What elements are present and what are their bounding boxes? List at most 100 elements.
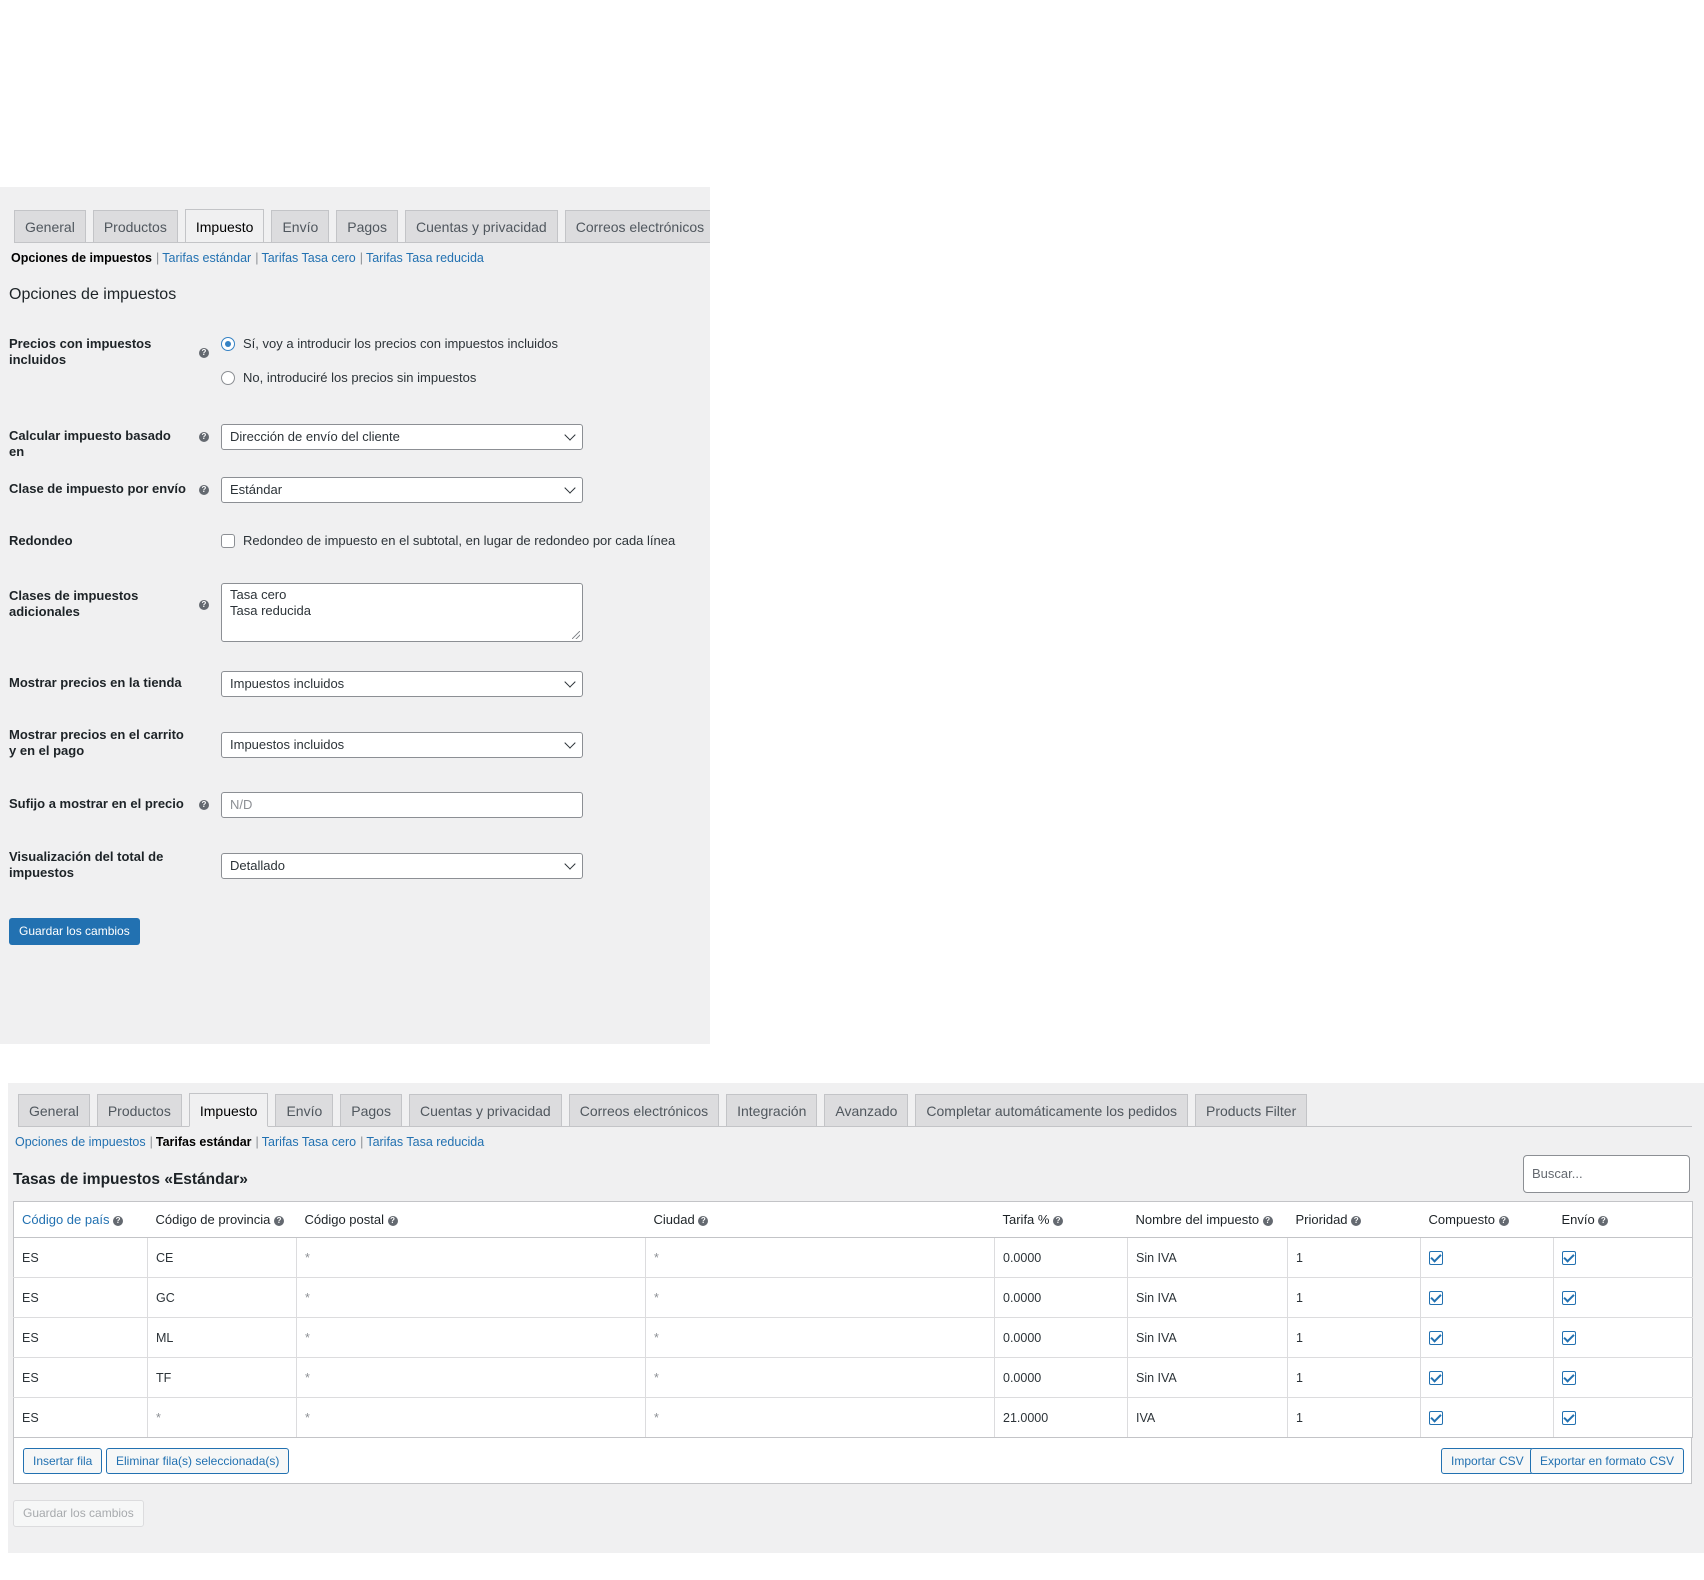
help-icon[interactable]: ?: [199, 800, 209, 810]
prices-incl-yes-radio[interactable]: [221, 337, 235, 351]
remove-rows-button[interactable]: Eliminar fila(s) seleccionada(s): [106, 1448, 290, 1474]
shipping-checkbox[interactable]: [1562, 1250, 1576, 1265]
cell-name[interactable]: Sin IVA: [1127, 1317, 1288, 1358]
compound-checkbox[interactable]: [1429, 1370, 1443, 1385]
compound-checkbox[interactable]: [1429, 1250, 1443, 1265]
tab-general[interactable]: General: [18, 1094, 90, 1126]
tab-pagos[interactable]: Pagos: [340, 1094, 402, 1126]
shipping-checkbox[interactable]: [1562, 1410, 1576, 1425]
rounding-option-label[interactable]: Redondeo de impuesto en el subtotal, en …: [243, 533, 675, 548]
cell-name[interactable]: Sin IVA: [1127, 1237, 1288, 1278]
subnav-link[interactable]: Tarifas estándar: [156, 1135, 252, 1149]
tab-envío[interactable]: Envío: [275, 1094, 334, 1126]
help-icon[interactable]: ?: [274, 1215, 285, 1226]
table-row[interactable]: ES * * * 21.0000 IVA 1: [13, 1397, 1693, 1438]
help-icon[interactable]: ?: [199, 432, 209, 442]
shipping-checkbox[interactable]: [1562, 1290, 1576, 1305]
column-header[interactable]: Tarifa % ?: [994, 1201, 1128, 1238]
prices-incl-no-label[interactable]: No, introduciré los precios sin impuesto…: [243, 370, 476, 385]
cell-country[interactable]: ES: [13, 1237, 148, 1278]
cell-postcode[interactable]: *: [296, 1357, 646, 1398]
tab-completar-automáticamente-los-pedidos[interactable]: Completar automáticamente los pedidos: [915, 1094, 1188, 1126]
cell-name[interactable]: IVA: [1127, 1397, 1288, 1438]
import-csv-button[interactable]: Importar CSV: [1441, 1448, 1534, 1474]
column-header[interactable]: Código de país ?: [13, 1201, 148, 1238]
help-icon[interactable]: ?: [1498, 1215, 1509, 1226]
help-icon[interactable]: ?: [698, 1215, 709, 1226]
cell-rate[interactable]: 0.0000: [994, 1317, 1128, 1358]
cell-postcode[interactable]: *: [296, 1237, 646, 1278]
column-header[interactable]: Código postal ?: [296, 1201, 646, 1238]
cell-state[interactable]: ML: [147, 1317, 297, 1358]
tab-envío[interactable]: Envío: [271, 210, 330, 242]
subnav-link[interactable]: Opciones de impuestos: [11, 251, 152, 265]
subnav-link[interactable]: Opciones de impuestos: [15, 1135, 146, 1149]
shipping-checkbox[interactable]: [1562, 1370, 1576, 1385]
prices-incl-no-radio[interactable]: [221, 371, 235, 385]
insert-row-button[interactable]: Insertar fila: [23, 1448, 103, 1474]
export-csv-button[interactable]: Exportar en formato CSV: [1530, 1448, 1685, 1474]
subnav-link[interactable]: Tarifas estándar: [162, 251, 251, 265]
tab-productos[interactable]: Productos: [96, 1094, 182, 1126]
cell-priority[interactable]: 1: [1287, 1237, 1421, 1278]
cell-postcode[interactable]: *: [296, 1277, 646, 1318]
tab-avanzado[interactable]: Avanzado: [824, 1094, 909, 1126]
compound-checkbox[interactable]: [1429, 1330, 1443, 1345]
cell-name[interactable]: Sin IVA: [1127, 1277, 1288, 1318]
help-icon[interactable]: ?: [387, 1215, 398, 1226]
cell-country[interactable]: ES: [13, 1357, 148, 1398]
tab-cuentas-y-privacidad[interactable]: Cuentas y privacidad: [404, 210, 558, 242]
cell-city[interactable]: *: [645, 1357, 995, 1398]
cell-country[interactable]: ES: [13, 1317, 148, 1358]
shipping-class-select[interactable]: Estándar: [221, 477, 583, 503]
column-header[interactable]: Prioridad ?: [1287, 1201, 1421, 1238]
tab-products-filter[interactable]: Products Filter: [1194, 1094, 1308, 1126]
additional-classes-textarea[interactable]: Tasa cero Tasa reducida: [221, 583, 583, 642]
resize-handle-icon[interactable]: [572, 631, 580, 639]
cell-rate[interactable]: 0.0000: [994, 1277, 1128, 1318]
column-header[interactable]: Compuesto ?: [1420, 1201, 1554, 1238]
tab-general[interactable]: General: [14, 210, 86, 242]
display-cart-select[interactable]: Impuestos incluidos: [221, 732, 583, 758]
prices-incl-yes-label[interactable]: Sí, voy a introducir los precios con imp…: [243, 336, 558, 351]
column-header[interactable]: Nombre del impuesto ?: [1127, 1201, 1288, 1238]
compound-checkbox[interactable]: [1429, 1290, 1443, 1305]
rounding-checkbox[interactable]: [221, 534, 235, 548]
tab-cuentas-y-privacidad[interactable]: Cuentas y privacidad: [408, 1094, 562, 1126]
cell-country[interactable]: ES: [13, 1397, 148, 1438]
cell-rate[interactable]: 0.0000: [994, 1237, 1128, 1278]
cell-rate[interactable]: 21.0000: [994, 1397, 1128, 1438]
cell-priority[interactable]: 1: [1287, 1277, 1421, 1318]
subnav-link[interactable]: Tarifas Tasa reducida: [366, 251, 484, 265]
table-row[interactable]: ES GC * * 0.0000 Sin IVA 1: [13, 1277, 1693, 1318]
cell-state[interactable]: CE: [147, 1237, 297, 1278]
help-icon[interactable]: ?: [199, 600, 209, 610]
table-row[interactable]: ES CE * * 0.0000 Sin IVA 1: [13, 1237, 1693, 1278]
tab-impuesto[interactable]: Impuesto: [184, 209, 265, 242]
display-shop-select[interactable]: Impuestos incluidos: [221, 671, 583, 697]
help-icon[interactable]: ?: [113, 1215, 124, 1226]
cell-name[interactable]: Sin IVA: [1127, 1357, 1288, 1398]
cell-priority[interactable]: 1: [1287, 1317, 1421, 1358]
tab-pagos[interactable]: Pagos: [336, 210, 398, 242]
cell-country[interactable]: ES: [13, 1277, 148, 1318]
tab-correos-electrónicos[interactable]: Correos electrónicos: [564, 210, 710, 242]
cell-priority[interactable]: 1: [1287, 1397, 1421, 1438]
help-icon[interactable]: ?: [1053, 1215, 1064, 1226]
table-row[interactable]: ES ML * * 0.0000 Sin IVA 1: [13, 1317, 1693, 1358]
subnav-link[interactable]: Tarifas Tasa cero: [261, 251, 355, 265]
calc-based-select[interactable]: Dirección de envío del cliente: [221, 424, 583, 450]
column-header[interactable]: Envío ?: [1553, 1201, 1693, 1238]
help-icon[interactable]: ?: [1262, 1215, 1273, 1226]
cell-state[interactable]: *: [147, 1397, 297, 1438]
help-icon[interactable]: ?: [1598, 1215, 1609, 1226]
subnav-link[interactable]: Tarifas Tasa cero: [262, 1135, 356, 1149]
search-input[interactable]: Buscar...: [1523, 1155, 1690, 1193]
tab-productos[interactable]: Productos: [92, 210, 178, 242]
save-button[interactable]: Guardar los cambios: [9, 918, 140, 945]
cell-city[interactable]: *: [645, 1277, 995, 1318]
cell-city[interactable]: *: [645, 1317, 995, 1358]
total-display-select[interactable]: Detallado: [221, 853, 583, 879]
cell-rate[interactable]: 0.0000: [994, 1357, 1128, 1398]
cell-priority[interactable]: 1: [1287, 1357, 1421, 1398]
